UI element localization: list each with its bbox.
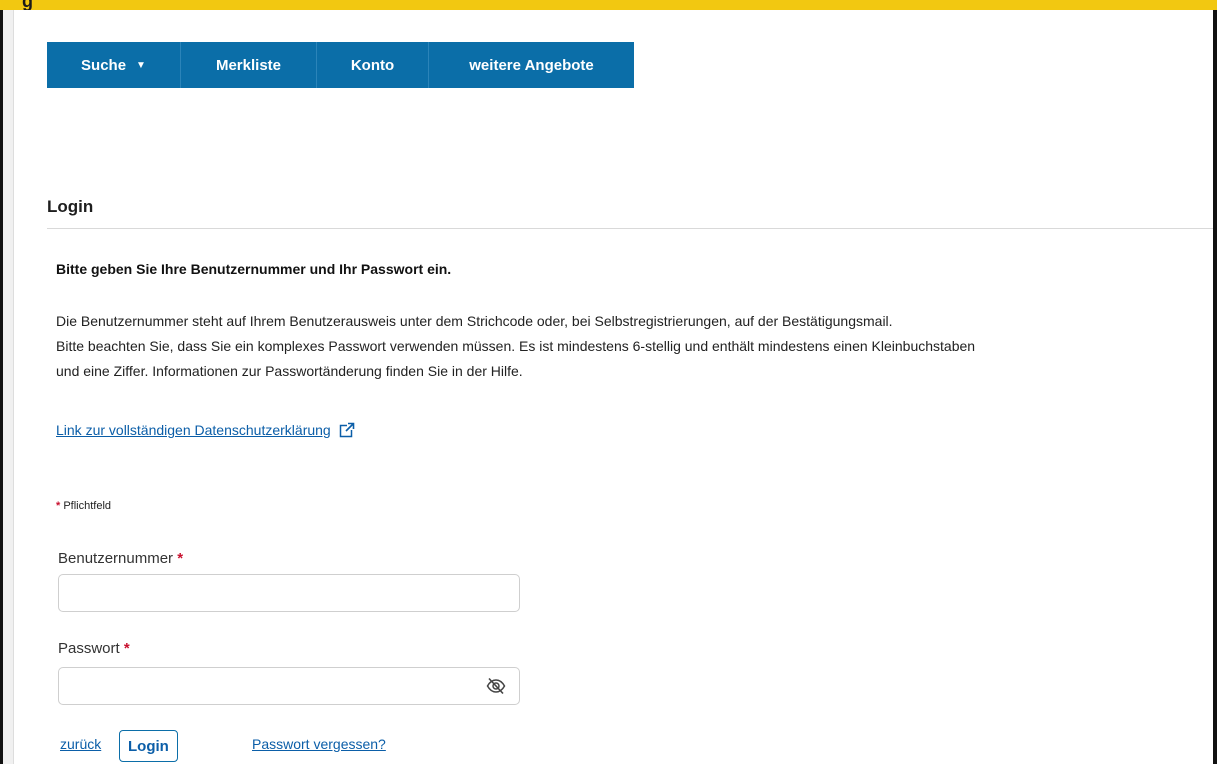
nav-search[interactable]: Suche ▼: [47, 42, 181, 88]
nav-more-offers-label: weitere Angebote: [469, 56, 594, 74]
nav-account[interactable]: Konto: [317, 42, 429, 88]
password-input[interactable]: [58, 667, 520, 705]
user-number-input[interactable]: [58, 574, 520, 612]
nav-search-label: Suche: [81, 56, 127, 74]
window-frame-right: [1213, 10, 1217, 764]
password-label-text: Passwort: [58, 640, 120, 657]
login-heading: Login: [47, 197, 94, 216]
password-label: Passwort *: [58, 640, 130, 657]
back-link[interactable]: zurück: [60, 736, 101, 752]
info-text-line-1: Die Benutzernummer steht auf Ihrem Benut…: [56, 313, 893, 329]
required-asterisk: *: [177, 550, 184, 567]
caret-down-icon: ▼: [136, 59, 146, 71]
user-number-label-text: Benutzernummer: [58, 550, 174, 567]
info-text-line-3: und eine Ziffer. Informationen zur Passw…: [56, 363, 523, 379]
nav-more-offers[interactable]: weitere Angebote: [429, 42, 634, 88]
eye-slash-icon[interactable]: [486, 677, 506, 695]
forgot-password-link[interactable]: Passwort vergessen?: [252, 736, 386, 752]
main-navigation: Suche ▼ Merkliste Konto weitere Angebote: [47, 42, 634, 88]
external-link-icon: [339, 422, 355, 438]
heading-divider: [47, 228, 1213, 229]
required-asterisk: *: [123, 640, 130, 657]
required-field-note: * Pflichtfeld: [56, 500, 111, 512]
left-gutter: [3, 10, 14, 764]
nav-watchlist-label: Merkliste: [215, 56, 282, 74]
nav-account-label: Konto: [350, 56, 395, 74]
info-text-line-2: Bitte beachten Sie, dass Sie ein komplex…: [56, 338, 976, 354]
top-banner-strip: g: [0, 0, 1217, 10]
user-number-label: Benutzernummer *: [58, 550, 183, 567]
banner-glyph: g: [22, 0, 33, 10]
login-instruction: Bitte geben Sie Ihre Benutzernummer und …: [56, 261, 452, 277]
required-note-label: Pflichtfeld: [63, 500, 112, 512]
nav-watchlist[interactable]: Merkliste: [181, 42, 317, 88]
required-asterisk: *: [56, 500, 61, 512]
privacy-policy-link[interactable]: Link zur vollständigen Datenschutzerklär…: [56, 422, 355, 438]
login-button[interactable]: Login: [119, 730, 178, 762]
privacy-policy-link-label: Link zur vollständigen Datenschutzerklär…: [56, 422, 331, 438]
